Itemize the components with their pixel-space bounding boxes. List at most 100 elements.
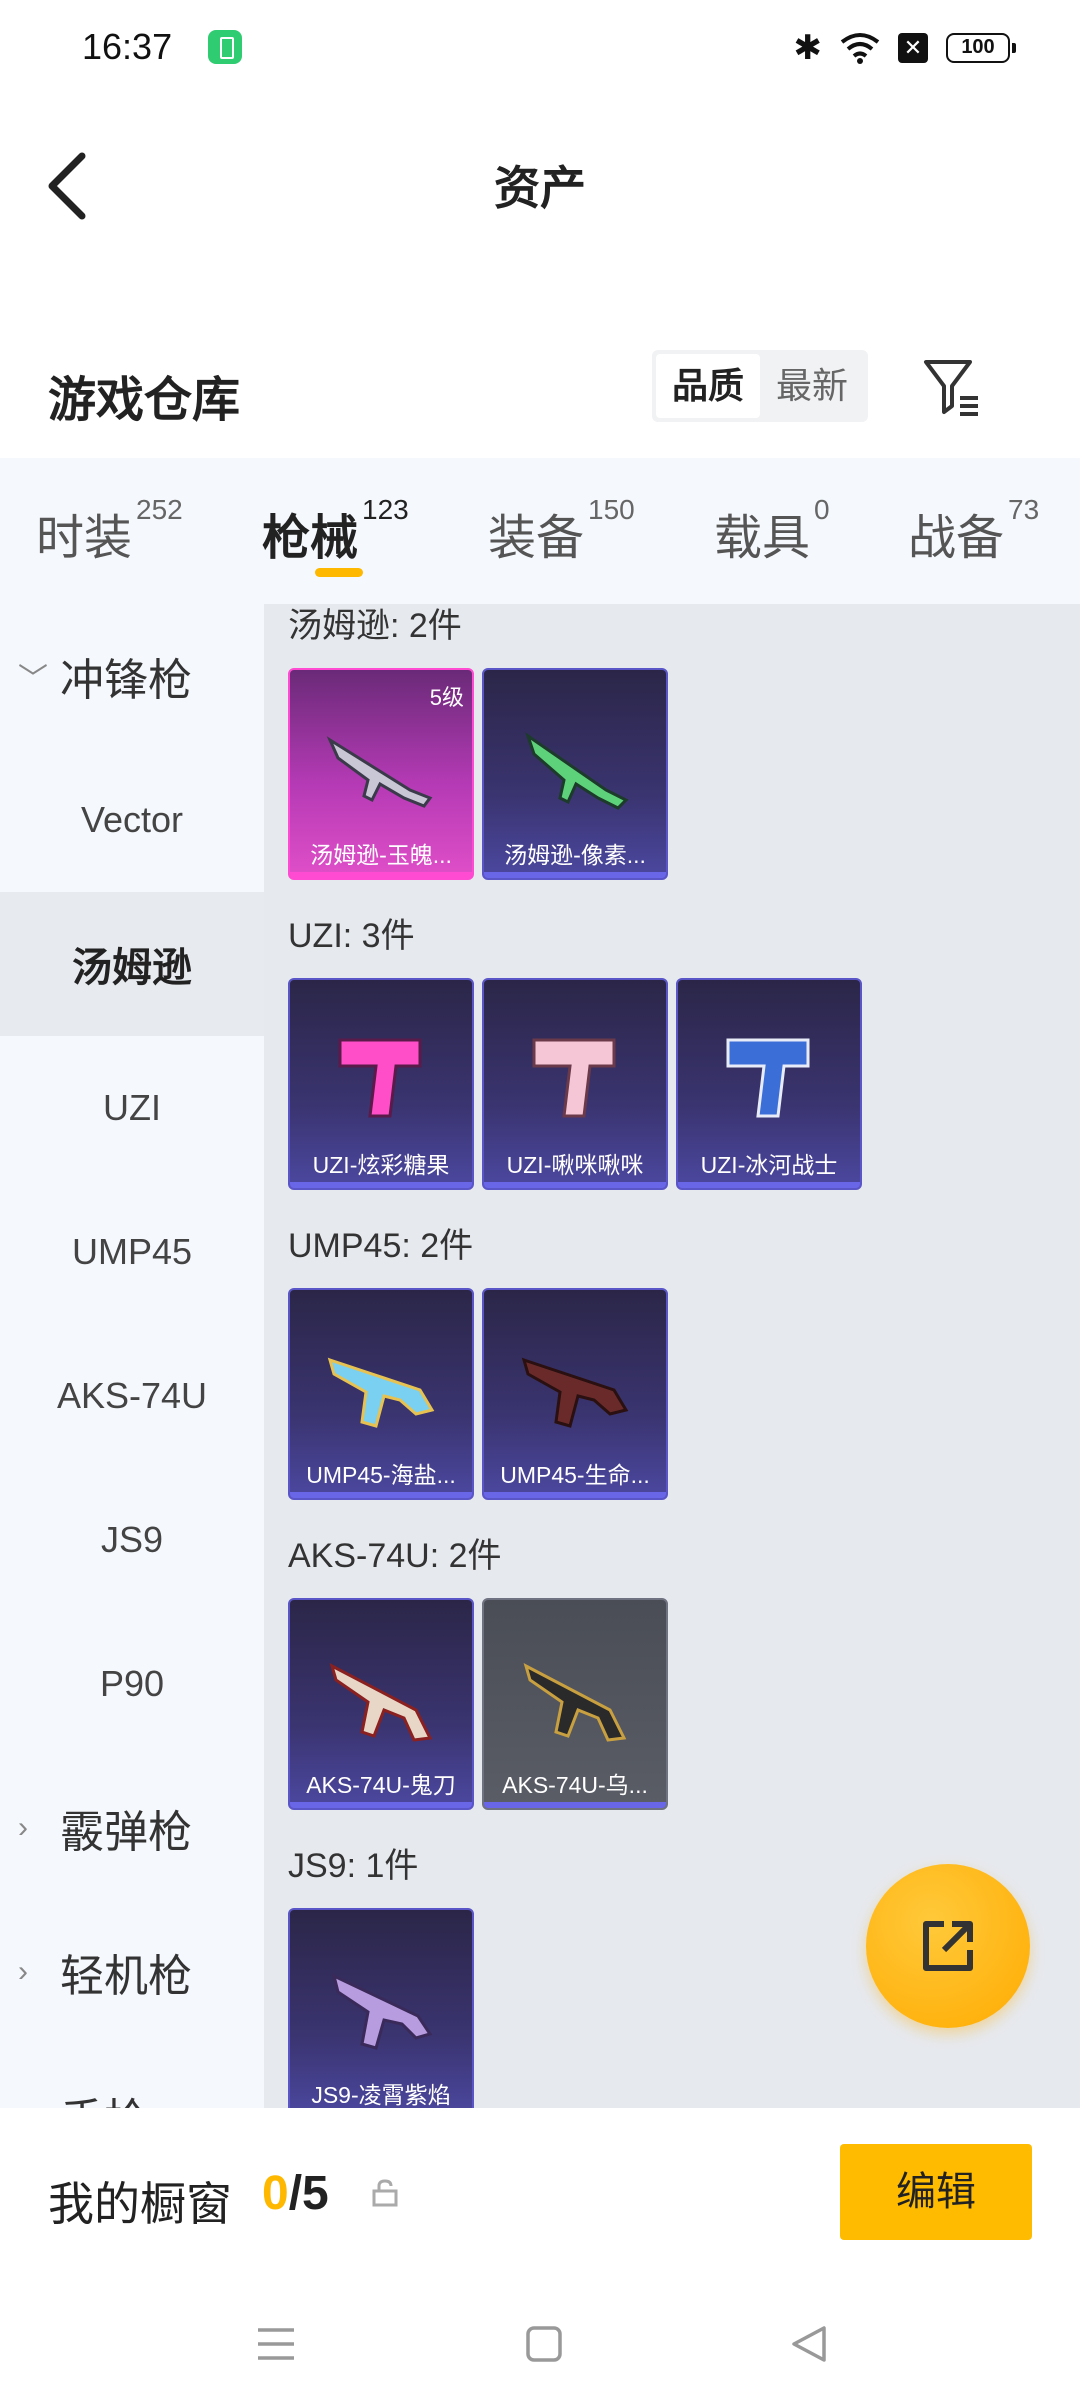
- ump45-skin-icon: [327, 1357, 435, 1428]
- rarity-bar: [678, 1182, 860, 1188]
- rarity-bar: [290, 872, 472, 878]
- js9-skin-icon: [331, 1973, 433, 2050]
- back-nav-icon[interactable]: [786, 2320, 834, 2368]
- weapon-name: UZI-冰河战士: [700, 1152, 838, 1178]
- uzi-skin-icon: [338, 1038, 422, 1118]
- weapon-name: UZI-啾咪啾咪: [506, 1152, 644, 1178]
- chevron-right-icon: ›: [18, 2099, 46, 2108]
- filter-icon[interactable]: [920, 354, 984, 418]
- uzi-skin-icon: [726, 1038, 810, 1118]
- weapon-card[interactable]: UZI-炫彩糖果: [288, 978, 474, 1190]
- thompson-skin-icon: [525, 732, 629, 810]
- tab-fashion[interactable]: 时装252: [36, 494, 183, 568]
- tab-equipment[interactable]: 装备150: [488, 494, 635, 568]
- group-label-js9: JS9: 1件: [288, 1847, 419, 1885]
- chevron-right-icon: ›: [18, 1955, 28, 1988]
- weapon-name: AKS-74U-鬼刀: [306, 1772, 456, 1798]
- sidebar-item-thompson[interactable]: 汤姆逊: [0, 892, 264, 1036]
- aks74u-skin-icon: [523, 1663, 627, 1742]
- battery-icon: 100: [946, 33, 1016, 63]
- warehouse-header: 游戏仓库 品质 最新: [0, 340, 1080, 450]
- aks74u-skin-icon: [329, 1663, 433, 1742]
- sidebar-group-shotgun[interactable]: › 霰弹枪: [0, 1756, 264, 1900]
- weapon-card[interactable]: UZI-冰河战士: [676, 978, 862, 1190]
- sidebar-item-p90[interactable]: P90: [0, 1612, 264, 1756]
- group-label-uzi: UZI: 3件: [288, 917, 415, 955]
- battery-saver-icon: [208, 30, 242, 64]
- tab-firearms[interactable]: 枪械123: [262, 494, 409, 568]
- menu-icon[interactable]: [252, 2320, 300, 2368]
- showcase-count: 0/5: [262, 2166, 329, 2221]
- weapon-type-sidebar: ﹀ 冲锋枪 Vector 汤姆逊 UZI UMP45 AKS-74U JS9 P9…: [0, 604, 264, 2108]
- sort-by-newest[interactable]: 最新: [760, 354, 864, 418]
- weapon-card[interactable]: AKS-74U-乌...: [482, 1598, 668, 1810]
- status-time: 16:37: [82, 26, 173, 67]
- sort-toggle: 品质 最新: [652, 350, 868, 422]
- tab-label: 战备: [908, 512, 1005, 565]
- weapon-card[interactable]: 5级 汤姆逊-玉魄...: [288, 668, 474, 880]
- status-bar: 16:37 ✱ ✕ 100: [0, 0, 1080, 96]
- sidebar-item-js9[interactable]: JS9: [0, 1468, 264, 1612]
- top-app-bar: 资产: [0, 96, 1080, 266]
- sidebar-item-vector[interactable]: Vector: [0, 748, 264, 892]
- showcase-label: 我的橱窗: [48, 2178, 232, 2230]
- tab-label: 装备: [488, 512, 585, 565]
- rarity-bar: [484, 1492, 666, 1498]
- lock-icon: [372, 2179, 398, 2207]
- rarity-bar: [290, 1182, 472, 1188]
- tab-supplies[interactable]: 战备73: [908, 494, 1039, 568]
- weapon-name: UZI-炫彩糖果: [312, 1152, 450, 1178]
- weapon-name: JS9-凌霄紫焰: [311, 2082, 451, 2108]
- rarity-bar: [290, 1802, 472, 1808]
- weapon-name: 汤姆逊-像素...: [504, 842, 646, 868]
- group-label-thompson: 汤姆逊: 2件: [288, 607, 462, 645]
- system-nav-bar: [0, 2280, 1080, 2408]
- sidebar-group-label: 轻机枪: [60, 1952, 192, 2001]
- sidebar-item-aks74u[interactable]: AKS-74U: [0, 1324, 264, 1468]
- weapon-card[interactable]: UMP45-生命...: [482, 1288, 668, 1500]
- tab-count: 0: [814, 494, 830, 525]
- edit-button[interactable]: 编辑: [840, 2144, 1032, 2240]
- thompson-skin-icon: [326, 736, 433, 808]
- tab-count: 252: [136, 494, 183, 525]
- tab-count: 123: [362, 494, 409, 525]
- sidebar-item-ump45[interactable]: UMP45: [0, 1180, 264, 1324]
- tab-vehicles[interactable]: 载具0: [714, 494, 830, 568]
- weapon-name: UMP45-生命...: [500, 1462, 650, 1488]
- tab-count: 150: [588, 494, 635, 525]
- bluetooth-icon: ✱: [793, 29, 823, 67]
- group-label-aks74u: AKS-74U: 2件: [288, 1537, 502, 1575]
- weapon-card[interactable]: UZI-啾咪啾咪: [482, 978, 668, 1190]
- weapon-card[interactable]: JS9-凌霄紫焰: [288, 1908, 474, 2108]
- weapon-card[interactable]: UMP45-海盐...: [288, 1288, 474, 1500]
- showcase-total: 5: [302, 2167, 329, 2220]
- showcase-slash: /: [288, 2167, 303, 2220]
- sidebar-group-label: 冲锋枪: [60, 656, 192, 705]
- sort-by-quality[interactable]: 品质: [656, 354, 760, 418]
- sidebar-group-smg[interactable]: ﹀ 冲锋枪: [0, 604, 264, 748]
- weapon-card[interactable]: 汤姆逊-像素...: [482, 668, 668, 880]
- status-icons: ✱ ✕ 100: [793, 28, 1016, 68]
- rarity-bar: [484, 872, 666, 878]
- sidebar-item-uzi[interactable]: UZI: [0, 1036, 264, 1180]
- tab-label: 载具: [714, 512, 811, 565]
- sidebar-group-label: 手枪: [60, 2084, 148, 2108]
- page-title: 资产: [494, 162, 586, 214]
- chevron-down-icon: ﹀: [18, 663, 48, 696]
- share-icon: [923, 1921, 973, 1971]
- tab-label: 枪械: [262, 512, 359, 565]
- home-icon[interactable]: [520, 2320, 568, 2368]
- share-fab[interactable]: [866, 1864, 1030, 2028]
- weapon-card[interactable]: AKS-74U-鬼刀: [288, 1598, 474, 1810]
- sidebar-group-pistol[interactable]: › 手枪: [0, 2044, 264, 2108]
- chevron-right-icon: ›: [18, 1811, 28, 1844]
- tab-count: 73: [1008, 494, 1040, 525]
- weapon-name: AKS-74U-乌...: [502, 1772, 648, 1798]
- tab-indicator: [315, 568, 363, 577]
- sidebar-group-lmg[interactable]: › 轻机枪: [0, 1900, 264, 2044]
- showcase-bar: 我的橱窗 0/5 编辑: [0, 2108, 1080, 2280]
- level-badge: 5级: [429, 685, 464, 710]
- ump45-skin-icon: [521, 1357, 629, 1428]
- rarity-bar: [484, 1182, 666, 1188]
- uzi-skin-icon: [532, 1038, 616, 1118]
